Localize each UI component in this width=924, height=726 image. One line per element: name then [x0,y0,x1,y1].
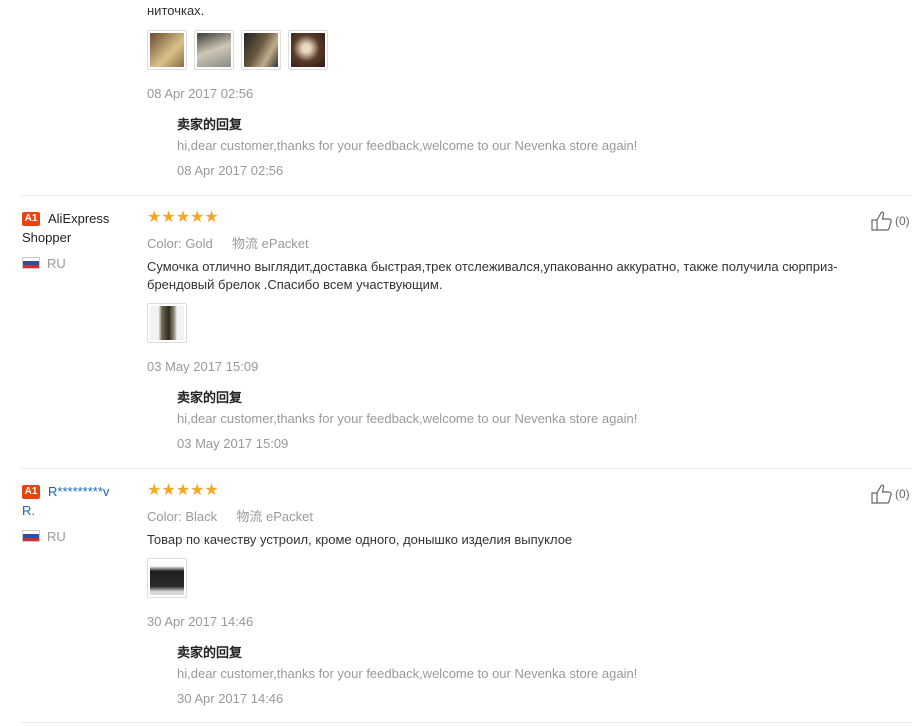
rating-stars: ★★★★★ [147,482,219,499]
review-divider [22,468,912,469]
seller-reply-title: 卖家的回复 [177,390,243,405]
review-photo[interactable] [194,30,234,70]
review-date: 03 May 2017 15:09 [147,359,259,374]
color-value: Black [185,509,218,524]
seller-reply-date: 30 Apr 2017 14:46 [177,691,284,706]
review-photo[interactable] [147,303,187,343]
review-text-line1: Товар по качеству устроил, кроме одного,… [147,532,573,547]
buyer-level-badge: A1 [22,212,40,226]
color-label: Color: [147,509,182,524]
shipping-label: 物流 [232,236,259,251]
thumbs-up-icon [871,484,892,504]
review-divider [22,722,912,723]
seller-reply-text: hi,dear customer,thanks for your feedbac… [177,411,638,426]
buyer-level-badge: A1 [22,485,40,499]
buyer-name[interactable]: R*********v [48,483,109,501]
review-text-line2: брендовый брелок .Спасибо всем участвующ… [147,277,443,292]
like-count: (0) [895,487,910,501]
product-attributes: Color: Black 物流 ePacket [147,506,313,525]
review-photo[interactable] [147,30,187,70]
seller-reply-text: hi,dear customer,thanks for your feedbac… [177,666,638,681]
review-text-line1: Сумочка отлично выглядит,доставка быстра… [147,259,838,274]
russia-flag-icon [22,530,40,542]
product-attributes: Color: Gold 物流 ePacket [147,233,309,252]
color-value: Gold [185,236,213,251]
color-label: Color: [147,236,182,251]
like-count: (0) [895,214,910,228]
rating-stars: ★★★★★ [147,209,219,226]
review-photo[interactable] [288,30,328,70]
seller-reply-text: hi,dear customer,thanks for your feedbac… [177,138,638,153]
buyer-name: AliExpress [48,211,110,226]
seller-reply-date: 03 May 2017 15:09 [177,436,289,451]
review-photo[interactable] [147,558,187,598]
review-date: 30 Apr 2017 14:46 [147,614,254,629]
review-date: 08 Apr 2017 02:56 [147,86,254,101]
seller-reply-date: 08 Apr 2017 02:56 [177,163,284,178]
thumbs-up-icon [871,211,892,231]
review-divider [22,195,912,196]
buyer-name-line2: Shopper [22,230,72,245]
shipping-value: ePacket [266,509,313,524]
like-button[interactable]: (0) [871,211,910,231]
review-text: ниточках. [147,3,205,18]
review-photo[interactable] [241,30,281,70]
like-button[interactable]: (0) [871,484,910,504]
shipping-label: 物流 [236,509,263,524]
seller-reply-title: 卖家的回复 [177,645,243,660]
seller-reply-title: 卖家的回复 [177,117,243,132]
buyer-name-line2[interactable]: R. [22,502,35,520]
russia-flag-icon [22,257,40,269]
buyer-country: RU [47,529,66,544]
shipping-value: ePacket [261,236,309,251]
buyer-country: RU [47,256,66,271]
